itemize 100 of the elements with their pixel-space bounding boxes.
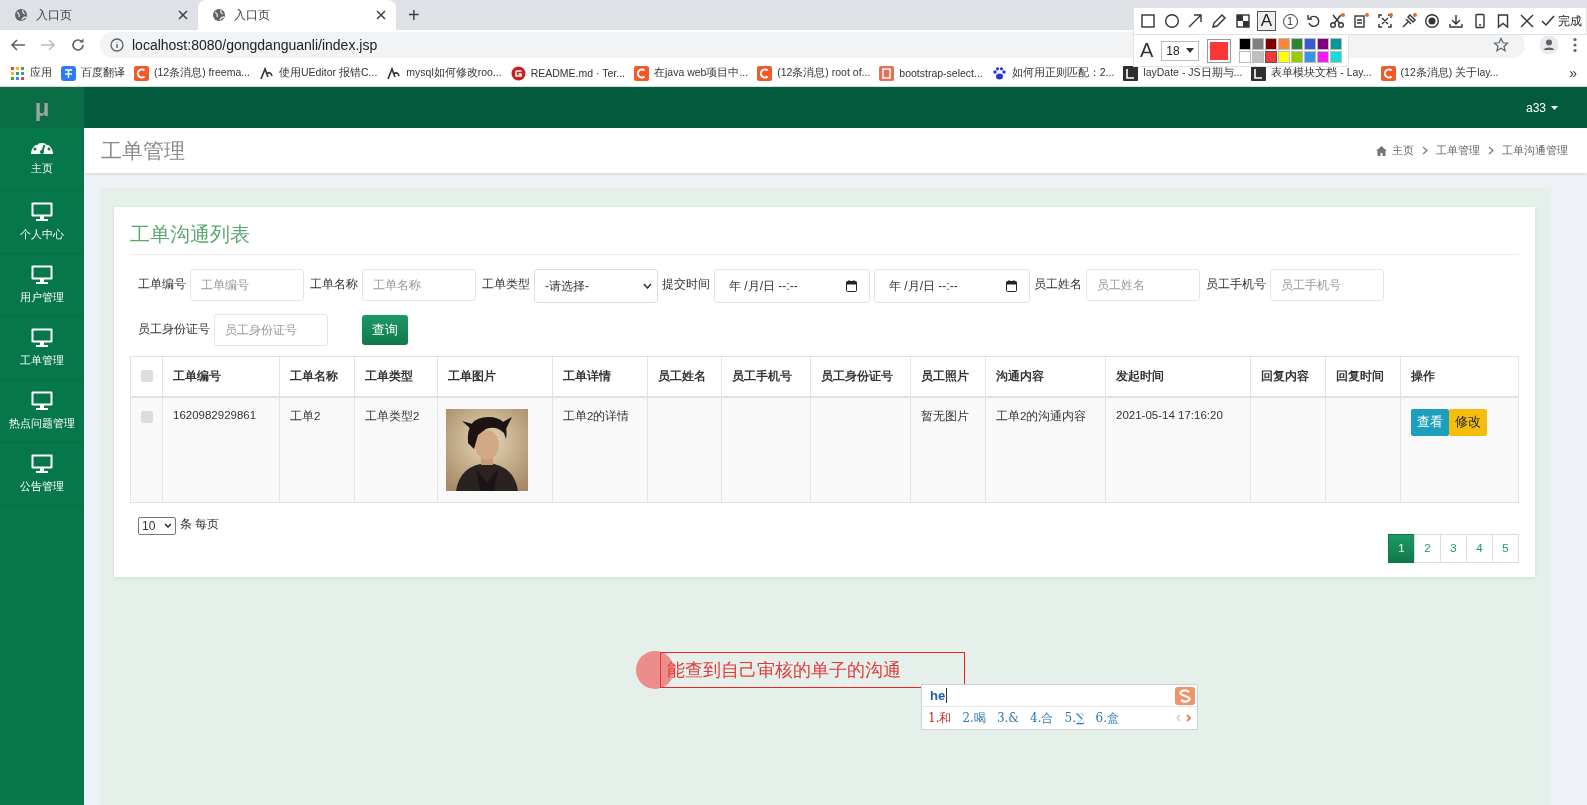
page-button[interactable]: 2 [1414, 533, 1441, 563]
close-icon[interactable] [376, 10, 386, 20]
table-cell: 1620982929861 [162, 396, 280, 502]
filter-label: 员工姓名 [1034, 277, 1082, 291]
star-icon[interactable] [1493, 37, 1509, 53]
card-title: 工单沟通列表 [130, 221, 1519, 255]
scan-tool-button[interactable] [1375, 11, 1395, 31]
color-swatch[interactable] [1239, 38, 1251, 50]
table-cell: 暂无图片 [910, 396, 986, 502]
monitor-icon [31, 202, 53, 221]
color-swatch[interactable] [1278, 38, 1290, 50]
date-field[interactable]: 年 /月/日 --:-- [874, 269, 1030, 303]
ime-candidate[interactable]: 5.∑ [1064, 711, 1085, 725]
browser-tab[interactable]: 入口页 [0, 0, 198, 30]
new-tab-button[interactable]: + [408, 4, 420, 26]
column-header: 工单类型 [354, 356, 438, 397]
done-button[interactable]: 完成 [1540, 12, 1582, 30]
table-cell: 工单2的沟通内容 [985, 396, 1106, 502]
color-swatch[interactable] [1265, 38, 1277, 50]
current-color[interactable] [1207, 38, 1231, 63]
ime-candidate[interactable]: 2.喝 [962, 709, 986, 727]
edit-button[interactable]: 修改 [1449, 408, 1487, 436]
table-cell: 2021-05-14 17:16:20 [1105, 396, 1251, 502]
column-header: 回复时间 [1325, 356, 1401, 397]
ime-candidate[interactable]: 1.和 [928, 709, 952, 727]
breadcrumb-link[interactable]: 工单管理 [1436, 143, 1480, 158]
color-swatch[interactable] [1317, 38, 1329, 50]
column-header: 员工姓名 [647, 356, 722, 397]
filter-label: 员工身份证号 [138, 322, 210, 336]
color-swatch[interactable] [1317, 51, 1329, 63]
bookmark[interactable]: (12条消息) 关于lay... [1380, 65, 1499, 81]
bookmark[interactable]: 如何用正则匹配：2... [991, 65, 1115, 81]
page-size-select[interactable]: 10 [138, 516, 176, 535]
rectangle-icon [1139, 13, 1156, 29]
breadcrumb-link[interactable]: 主页 [1392, 143, 1414, 158]
site-icon [1380, 65, 1396, 81]
color-swatch[interactable] [1278, 51, 1290, 63]
bookmark[interactable]: 应用 [10, 65, 52, 81]
globe-icon [212, 8, 226, 22]
page-button[interactable]: 4 [1466, 533, 1493, 563]
cut-tool-button[interactable] [1327, 11, 1348, 31]
checkbox[interactable] [141, 410, 153, 423]
menu-icon[interactable] [1573, 37, 1577, 53]
site-icon [510, 65, 526, 81]
column-header: 员工照片 [910, 356, 986, 397]
browser-tab[interactable]: 入口页 [198, 0, 396, 30]
page-button[interactable]: 5 [1492, 533, 1519, 563]
color-swatch[interactable] [1252, 51, 1264, 63]
color-swatch[interactable] [1265, 51, 1277, 63]
search-button[interactable]: 查询 [362, 315, 408, 345]
ime-candidate[interactable]: 3.& [996, 711, 1020, 725]
ime-candidate[interactable]: 6.盒 [1095, 709, 1119, 727]
bookmark[interactable]: layDate - JS日期与... [1123, 65, 1243, 81]
bookmark[interactable]: (12条消息) freema... [134, 65, 251, 81]
ime-candidate[interactable]: 4.合 [1030, 709, 1054, 727]
circle-icon [1163, 13, 1180, 29]
bookmark[interactable]: 百度翻译 [61, 65, 125, 81]
date-field[interactable]: 年 /月/日 --:-- [714, 269, 870, 303]
text-tool-button[interactable]: A [1256, 11, 1277, 31]
ocr-tool-button[interactable] [1351, 11, 1372, 31]
user-menu[interactable]: a33 [1525, 100, 1558, 115]
bookmark[interactable]: bootstrap-select... [879, 65, 983, 81]
back-icon[interactable] [10, 37, 26, 53]
close-icon[interactable] [178, 10, 188, 20]
calendar-icon [846, 280, 857, 292]
bookmark[interactable]: 使用UEditor 报错C... [259, 65, 378, 81]
more-bookmarks-button[interactable]: » [1569, 65, 1577, 81]
color-swatch[interactable] [1330, 38, 1342, 50]
monitor-icon [31, 265, 53, 284]
profile-icon[interactable] [1539, 35, 1559, 55]
apps-icon [10, 65, 25, 81]
column-header: 工单名称 [279, 356, 355, 397]
page-button[interactable]: 1 [1388, 533, 1415, 563]
chevron-icon [643, 283, 652, 289]
reload-icon[interactable] [70, 37, 86, 53]
bookmark[interactable]: README.md · Ter... [510, 65, 625, 81]
table-cell: 工单2 [279, 396, 355, 502]
color-swatch[interactable] [1304, 38, 1316, 50]
bookmark[interactable]: (12条消息) root of... [757, 65, 871, 81]
color-swatch[interactable] [1252, 38, 1264, 50]
bookmark[interactable]: 在java web项目中... [634, 65, 749, 81]
checkbox[interactable] [141, 370, 153, 383]
column-header: 发起时间 [1105, 356, 1251, 397]
font-size-select[interactable]: 18 [1161, 40, 1200, 61]
record-icon [1424, 13, 1441, 29]
arrow-icon [1187, 13, 1204, 29]
gauge-icon [30, 142, 54, 155]
monitor-icon [31, 454, 53, 473]
page-button[interactable]: 3 [1440, 533, 1467, 563]
color-swatch[interactable] [1330, 51, 1342, 63]
color-swatch[interactable] [1291, 38, 1303, 50]
color-swatch[interactable] [1291, 51, 1303, 63]
rect-tool-button[interactable] [1138, 11, 1158, 31]
filter-label: 工单类型 [482, 277, 530, 291]
next-icon[interactable] [1186, 714, 1191, 722]
type-select[interactable]: -请选择- [534, 269, 658, 303]
color-swatch[interactable] [1304, 51, 1316, 63]
bookmark[interactable]: mysql如何修改roo... [386, 65, 502, 81]
color-swatch[interactable] [1239, 51, 1251, 63]
site-icon [757, 65, 773, 81]
